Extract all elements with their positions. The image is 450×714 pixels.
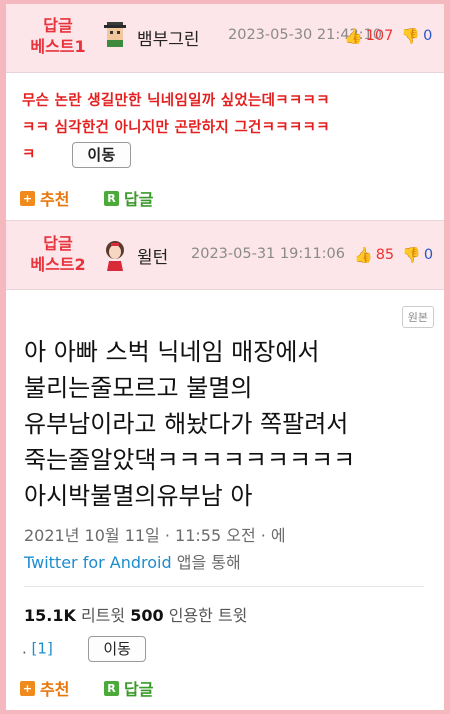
- reply-label: 답글: [124, 680, 154, 699]
- comment-line: ㅋㅋ 심각한건 아니지만 곤란하지 그건ㅋㅋㅋㅋㅋ: [22, 120, 330, 136]
- nickname[interactable]: 뱀부그린: [137, 25, 200, 50]
- comment-line: 무슨 논란 생길만한 닉네임일까 싶었는데ㅋㅋㅋㅋ: [22, 93, 330, 109]
- divider: [6, 289, 444, 290]
- reply-icon: R: [104, 190, 119, 206]
- plus-icon: +: [20, 680, 35, 696]
- thumbs-down-icon[interactable]: 👎: [402, 246, 421, 264]
- tweet-line: 유부남이라고 해놨다가 쪽팔려서: [24, 410, 349, 438]
- tweet-client-link[interactable]: Twitter for Android: [24, 553, 172, 572]
- tweet-date: 2021년 10월 11일 · 11:55 오전 · 에: [24, 526, 286, 545]
- avatar[interactable]: [101, 239, 129, 271]
- tweet-line: 아시박불멸의유부남 아: [24, 482, 253, 510]
- tweet-client-suffix: 앱을 통해: [171, 553, 241, 572]
- recommend-label: 추천: [40, 680, 70, 699]
- best-badge-line1: 답글: [43, 234, 73, 253]
- reply-icon: R: [104, 680, 119, 696]
- comment-date: 2023-05-31 19:11:06: [191, 246, 345, 262]
- move-button[interactable]: 이동: [72, 142, 131, 168]
- comment-line-text: ㅋ: [22, 147, 36, 163]
- avatar[interactable]: [100, 19, 130, 49]
- reference-link[interactable]: [1]: [32, 640, 53, 658]
- tweet-line: 죽는줄알았댁ㅋㅋㅋㅋㅋㅋㅋㅋㅋ: [24, 446, 356, 474]
- divider: [6, 72, 444, 73]
- best-badge-line2: 베스트2: [30, 255, 86, 274]
- tweet-line: 불리는줄모르고 불멸의: [24, 374, 253, 402]
- thumbs-up-icon[interactable]: 👍: [354, 246, 373, 264]
- downvote-count: 0: [423, 28, 433, 44]
- downvote-count: 0: [423, 247, 434, 263]
- tweet-text: 아 아빠 스벅 닉네임 매장에서 불리는줄모르고 불멸의 유부남이라고 해놨다가…: [24, 334, 439, 514]
- upvote-count: 107: [365, 28, 394, 44]
- best-badge: 답글 베스트2: [18, 233, 98, 275]
- comment-header: 답글 베스트2 윌턴 2023-05-31 19:11:06 👍 85 👎 0: [6, 221, 444, 289]
- thumbs-up-icon[interactable]: 👍: [344, 27, 363, 45]
- move-button[interactable]: 이동: [88, 636, 146, 662]
- retweet-label: 리트윗: [75, 606, 131, 625]
- vote-box: 👍 85 👎 0: [354, 245, 433, 265]
- tweet-line: 아 아빠 스벅 닉네임 매장에서: [24, 338, 320, 366]
- comment-header: 답글 베스트1 뱀부그린 2023-05-30 21:42:10 👍 107 👎…: [6, 4, 444, 72]
- recommend-button[interactable]: + 추천: [20, 186, 69, 210]
- vote-box: 👍 107 👎 0: [344, 26, 432, 46]
- reply-label: 답글: [124, 190, 154, 209]
- comment-list: 답글 베스트1 뱀부그린 2023-05-30 21:42:10 👍 107 👎…: [6, 4, 444, 710]
- comment-text: 무슨 논란 생길만한 닉네임일까 싶었는데ㅋㅋㅋㅋ ㅋㅋ 심각한건 아니지만 곤…: [22, 88, 442, 169]
- best-badge: 답글 베스트1: [18, 15, 98, 57]
- quote-label: 인용한 트윗: [163, 606, 248, 625]
- nickname[interactable]: 윌턴: [137, 243, 168, 268]
- tweet-stats: 15.1K 리트윗 500 인용한 트윗: [24, 602, 247, 626]
- best-badge-line1: 답글: [43, 16, 73, 35]
- upvote-count: 85: [375, 247, 395, 263]
- reference: . [1] 이동: [22, 636, 146, 662]
- retweet-count: 15.1K: [24, 606, 76, 625]
- plus-icon: +: [20, 190, 35, 206]
- original-button[interactable]: 원본: [401, 306, 434, 328]
- best-badge-line2: 베스트1: [30, 37, 86, 56]
- reference-prefix: .: [22, 639, 32, 658]
- recommend-label: 추천: [40, 190, 70, 209]
- tweet-client: Twitter for Android 앱을 통해: [24, 549, 241, 573]
- recommend-button[interactable]: + 추천: [20, 676, 69, 700]
- reply-button[interactable]: R 답글: [104, 186, 153, 210]
- quote-count: 500: [130, 606, 164, 625]
- comment-line: ㅋ 이동: [22, 142, 442, 169]
- thumbs-down-icon[interactable]: 👎: [401, 27, 420, 45]
- reply-button[interactable]: R 답글: [104, 676, 153, 700]
- divider: [24, 586, 424, 587]
